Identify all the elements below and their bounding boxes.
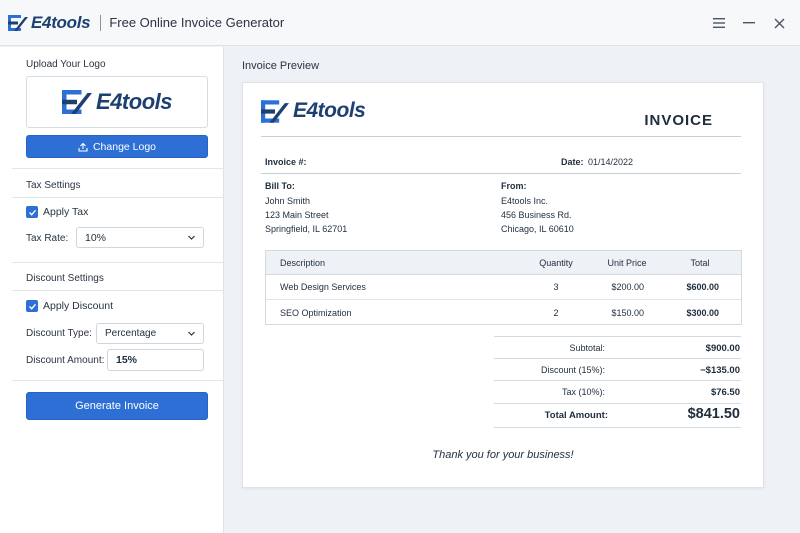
divider — [12, 290, 224, 291]
discount-type-select[interactable]: Percentage — [96, 323, 204, 344]
row-unit-price: $150.00 — [611, 307, 644, 318]
invoice-preview-label: Invoice Preview — [242, 60, 320, 72]
generate-invoice-button[interactable]: Generate Invoice — [26, 392, 208, 420]
subtotal-value: $900.00 — [705, 343, 740, 354]
table-row: Web Design Services 3 $200.00 $600.00 — [266, 275, 741, 300]
e4-logo-icon — [8, 14, 28, 31]
tax-value: $76.50 — [710, 387, 740, 398]
divider — [494, 380, 741, 381]
invoice-date-label: Date: — [561, 157, 584, 167]
divider — [12, 380, 224, 381]
apply-discount-checkbox-row[interactable]: Apply Discount — [26, 300, 113, 312]
apply-discount-label: Apply Discount — [43, 300, 114, 312]
window-controls — [712, 0, 786, 46]
discount-value: −$135.00 — [700, 365, 740, 376]
divider — [261, 136, 741, 137]
discount-amount-value: 15% — [116, 354, 138, 366]
bill-to-label: Bill To: — [265, 181, 295, 191]
divider — [494, 403, 741, 404]
logo-preview-text: E4tools — [96, 89, 172, 114]
row-total: $300.00 — [686, 307, 719, 318]
apply-tax-checkbox[interactable] — [26, 206, 38, 218]
thank-you-note: Thank you for your business! — [432, 449, 574, 461]
settings-sidebar: Upload Your Logo E4tools Change Logo Tax… — [0, 47, 224, 533]
invoice-heading: INVOICE — [644, 112, 713, 129]
change-logo-label: Change Logo — [92, 140, 157, 153]
invoice-logo-text: E4tools — [293, 99, 366, 122]
bill-to-line: John Smith — [265, 196, 311, 206]
app-logo: E4tools — [8, 12, 91, 33]
bill-to-line: 123 Main Street — [265, 210, 329, 220]
logo-upload-preview[interactable]: E4tools — [26, 76, 208, 128]
chevron-down-icon — [188, 331, 195, 336]
table-header: Description Quantity Unit Price Total — [266, 251, 741, 275]
total-amount-label: Total Amount: — [544, 410, 608, 421]
apply-tax-checkbox-row[interactable]: Apply Tax — [26, 206, 88, 218]
upload-icon — [78, 142, 88, 152]
discount-amount-input[interactable]: 15% — [107, 349, 204, 371]
row-description: SEO Optimization — [280, 307, 352, 318]
subtotal-label: Subtotal: — [569, 343, 605, 353]
checkmark-icon — [28, 303, 36, 310]
row-total: $600.00 — [686, 282, 719, 292]
invoice-document: E4tools INVOICE Invoice #: Date: 01/14/2… — [242, 82, 764, 488]
divider — [494, 336, 741, 337]
divider — [494, 427, 741, 428]
tax-settings-heading: Tax Settings — [26, 180, 81, 191]
discount-settings-heading: Discount Settings — [26, 273, 104, 284]
invoice-number-label: Invoice #: — [265, 157, 307, 167]
table-row: SEO Optimization 2 $150.00 $300.00 — [266, 300, 741, 325]
row-quantity: 2 — [553, 307, 559, 318]
menu-icon[interactable] — [712, 16, 726, 30]
discount-amount-label: Discount Amount: — [26, 355, 105, 366]
brand-name: E4tools — [31, 12, 91, 32]
tax-rate-value: 10% — [85, 231, 107, 244]
generate-invoice-label: Generate Invoice — [75, 400, 159, 412]
title-bar: E4tools Free Online Invoice Generator — [0, 0, 800, 46]
discount-type-label: Discount Type: — [26, 328, 92, 339]
checkmark-icon — [28, 209, 36, 216]
from-line: Chicago, IL 60610 — [501, 224, 574, 234]
tax-rate-select[interactable]: 10% — [76, 227, 204, 248]
invoice-logo: E4tools — [261, 99, 366, 123]
chevron-down-icon — [188, 235, 195, 240]
line-items-table: Description Quantity Unit Price Total We… — [265, 250, 742, 325]
from-line: 456 Business Rd. — [501, 210, 572, 220]
from-line: E4tools Inc. — [501, 196, 549, 206]
apply-discount-checkbox[interactable] — [26, 300, 38, 312]
e4-logo-icon — [62, 90, 93, 114]
header-quantity: Quantity — [539, 257, 573, 268]
header-unit-price: Unit Price — [607, 257, 647, 268]
header-description: Description — [280, 257, 326, 268]
minimize-icon[interactable] — [742, 16, 756, 30]
divider — [12, 197, 224, 198]
change-logo-button[interactable]: Change Logo — [26, 135, 208, 158]
row-description: Web Design Services — [280, 282, 366, 292]
bill-to-line: Springfield, IL 62701 — [265, 224, 348, 234]
app-title: Free Online Invoice Generator — [109, 15, 285, 30]
title-separator — [100, 14, 102, 31]
discount-label: Discount (15%): — [540, 365, 605, 375]
tax-label: Tax (10%): — [561, 387, 605, 397]
row-unit-price: $200.00 — [611, 282, 644, 292]
row-quantity: 3 — [553, 282, 559, 292]
tax-rate-label: Tax Rate: — [26, 233, 69, 244]
divider — [12, 168, 224, 169]
discount-type-value: Percentage — [105, 328, 157, 339]
divider — [261, 173, 741, 174]
divider — [494, 358, 741, 359]
close-icon[interactable] — [772, 16, 786, 30]
total-amount-value: $841.50 — [687, 406, 740, 422]
e4-logo-icon — [261, 99, 289, 123]
header-total: Total — [690, 257, 710, 268]
invoice-date-value: 01/14/2022 — [588, 157, 634, 167]
from-label: From: — [501, 181, 527, 191]
apply-tax-label: Apply Tax — [43, 206, 89, 218]
divider — [12, 262, 224, 263]
upload-logo-label: Upload Your Logo — [26, 59, 106, 70]
